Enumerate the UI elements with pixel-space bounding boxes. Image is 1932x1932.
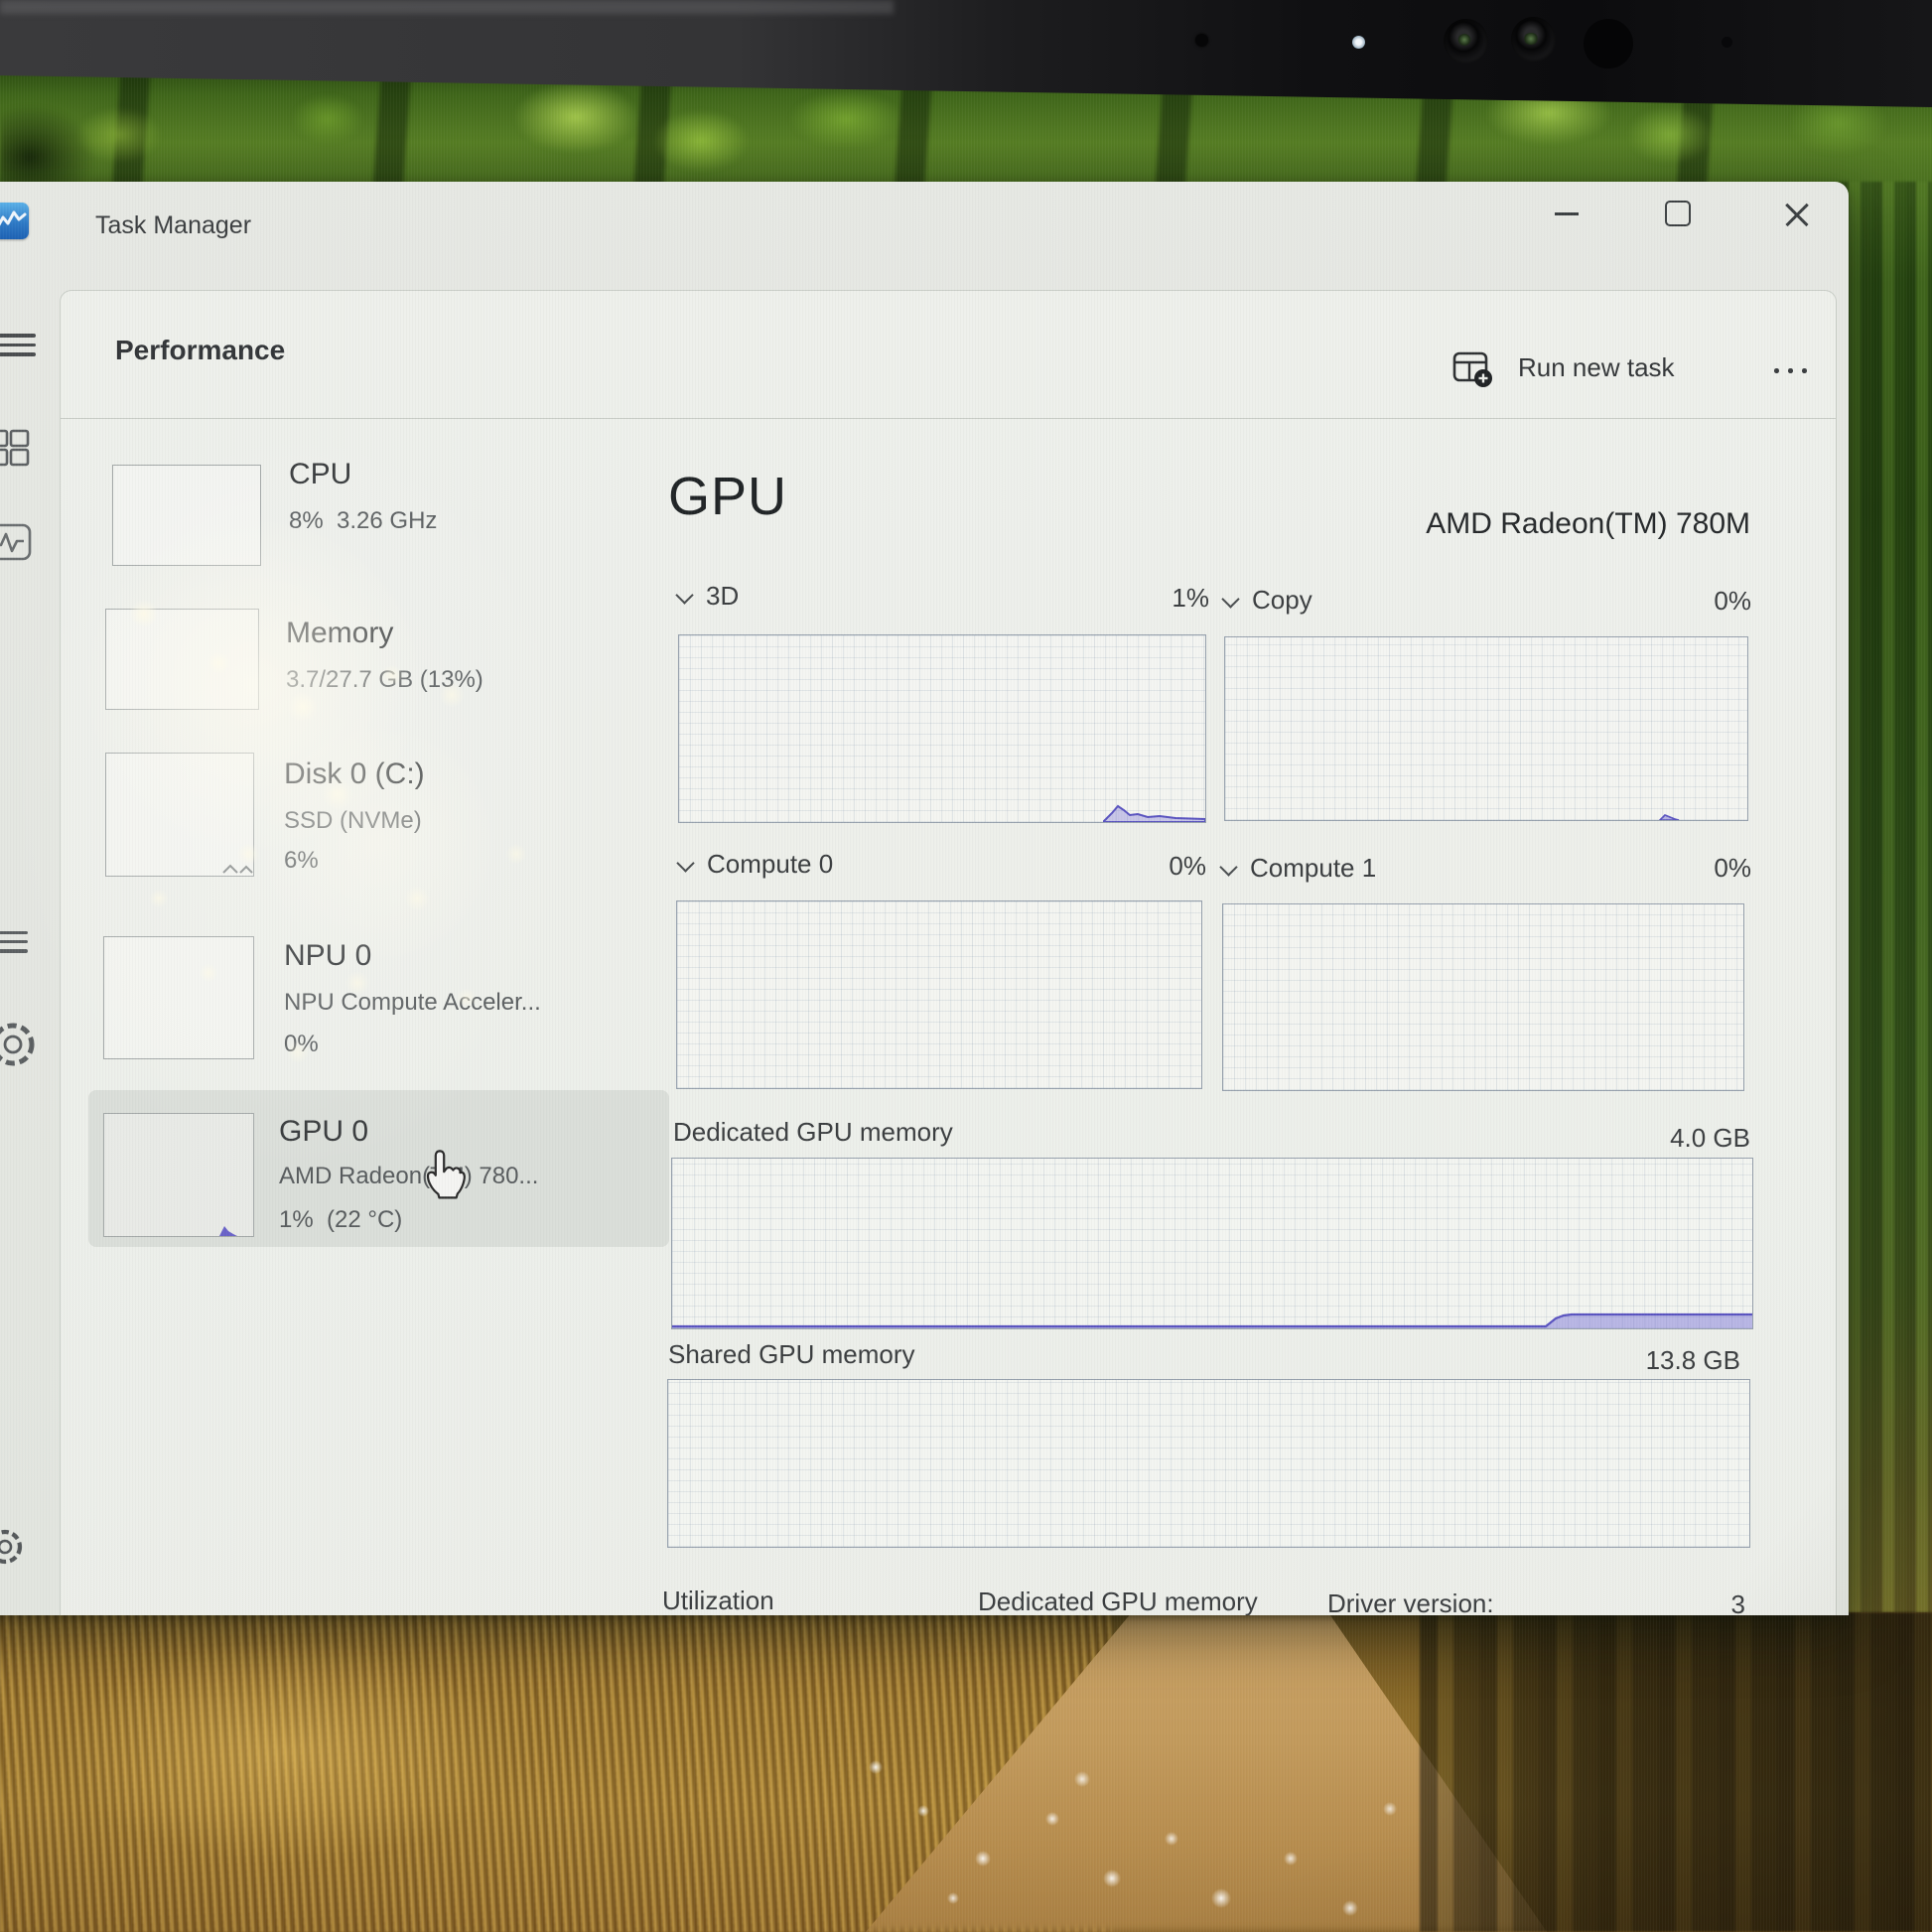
header-separator [61,418,1836,419]
sidebar-item-memory[interactable]: Memory 3.7/27.7 GB (13%) [88,594,669,733]
shared-memory-label: Shared GPU memory [668,1339,915,1370]
dedicated-memory-label: Dedicated GPU memory [673,1117,953,1148]
settings-gear-icon[interactable] [0,1524,28,1570]
details-icon[interactable] [0,931,28,959]
services-icon[interactable] [0,1016,42,1073]
chevron-down-icon[interactable] [675,586,693,604]
shared-memory-max: 13.8 GB [1582,1345,1740,1376]
run-new-task-label: Run new task [1518,352,1675,383]
mic-hole-2 [1722,37,1732,48]
disk-usage: 6% [284,847,319,875]
section-3d-label: 3D [706,581,739,612]
section-compute1-label: Compute 1 [1250,853,1376,884]
memory-stats: 3.7/27.7 GB (13%) [286,666,483,694]
maximize-button[interactable] [1656,194,1700,233]
camera-led [1352,36,1365,49]
run-new-task-button[interactable]: Run new task [1452,348,1750,394]
gpu-title: GPU 0 [279,1115,368,1149]
gpu-mini-chart [103,1113,254,1237]
sidebar-item-cpu[interactable]: CPU 8% 3.26 GHz [88,450,669,589]
sidebar-item-gpu[interactable]: GPU 0 AMD Radeon(TM) 780... 1% (22 °C) [88,1090,669,1247]
gpu-device-name: AMD Radeon(TM) 780M [1053,507,1750,541]
footer-driver-value: 3 [1664,1589,1745,1615]
wallpaper-ground [0,1612,1932,1932]
footer-driver-label: Driver version: [1327,1588,1494,1615]
chart-3d [678,634,1206,823]
performance-icon[interactable] [0,519,32,565]
webcam-lens-icon [1444,19,1488,64]
npu-desc: NPU Compute Acceler... [284,989,541,1017]
section-copy-label: Copy [1252,585,1312,616]
ir-camera-lens-icon [1511,17,1556,62]
chevron-down-icon[interactable] [1221,590,1239,608]
sidebar-item-disk[interactable]: Disk 0 (C:) SSD (NVMe) 6% [88,738,669,897]
run-new-task-icon [1452,348,1492,388]
laptop-photo: Task Manager Pe [0,0,1932,1932]
section-compute0-label: Compute 0 [707,849,833,880]
cpu-mini-chart [112,465,261,566]
section-copy-value: 0% [1642,586,1751,617]
disk-title: Disk 0 (C:) [284,758,425,791]
more-options-button[interactable] [1766,346,1824,390]
ambient-sensor [1584,19,1633,69]
memory-mini-chart [105,609,259,710]
task-manager-window: Task Manager Pe [0,182,1849,1615]
npu-title: NPU 0 [284,939,371,973]
section-compute1-value: 0% [1642,853,1751,884]
npu-usage: 0% [284,1031,319,1058]
page-title: Performance [115,335,285,366]
section-compute0-value: 0% [1097,851,1206,882]
disk-type: SSD (NVMe) [284,807,422,835]
cpu-stats: 8% 3.26 GHz [289,507,437,535]
close-button[interactable] [1775,194,1819,233]
chart-compute0 [676,900,1202,1089]
minimize-button[interactable] [1545,194,1588,233]
footer-dedicated-label: Dedicated GPU memory [978,1587,1258,1615]
window-title: Task Manager [95,211,251,240]
sidebar-item-npu[interactable]: NPU 0 NPU Compute Acceler... 0% [88,921,669,1080]
task-manager-app-icon [0,203,29,239]
cpu-title: CPU [289,458,351,491]
chevron-down-icon[interactable] [676,854,694,872]
gpu-page-title: GPU [668,466,787,527]
npu-mini-chart [103,936,254,1059]
chart-shared-memory [667,1379,1750,1548]
processes-icon[interactable] [0,427,32,471]
gpu-device: AMD Radeon(TM) 780... [279,1163,538,1190]
wallpaper-flowers [834,1720,1469,1932]
bezel-highlight [0,0,894,14]
performance-page-card: Performance Run new task [60,290,1837,1615]
dedicated-memory-max: 4.0 GB [1591,1123,1750,1154]
chart-dedicated-memory [671,1158,1753,1329]
chart-compute1 [1222,903,1744,1091]
disk-mini-chart [105,753,254,877]
microphone-hole [1195,34,1208,47]
chart-copy [1224,636,1748,821]
section-3d-value: 1% [1100,583,1209,614]
wallpaper-bamboo-strip [1839,182,1932,1619]
wallpaper-trunks [1420,1612,1932,1932]
footer-utilization-label: Utilization [662,1586,774,1615]
chevron-down-icon[interactable] [1219,858,1237,876]
memory-title: Memory [286,617,393,650]
hamburger-menu-icon[interactable] [0,334,36,362]
hand-cursor [420,1147,472,1202]
gpu-usage: 1% (22 °C) [279,1206,402,1234]
